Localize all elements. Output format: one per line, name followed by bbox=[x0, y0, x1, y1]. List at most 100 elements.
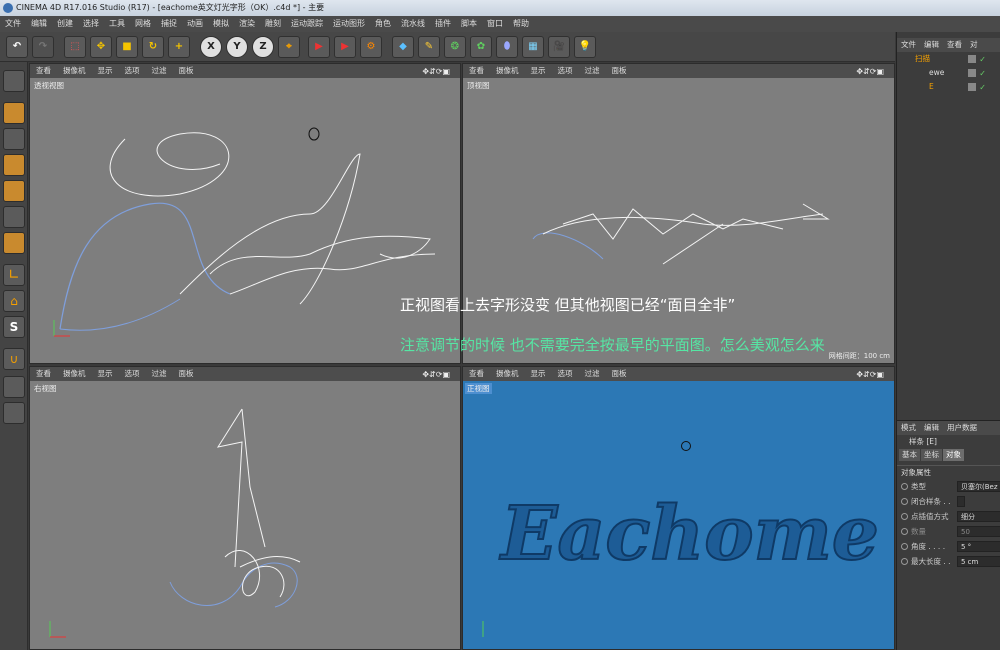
subtab-coord[interactable]: 坐标 bbox=[921, 449, 942, 461]
redo-icon[interactable]: ↷ bbox=[32, 36, 54, 58]
enabled-check-icon[interactable]: ✓ bbox=[979, 81, 986, 95]
spline-curve bbox=[239, 556, 301, 568]
magnet-icon[interactable]: ∪ bbox=[3, 348, 25, 370]
viewport-perspective[interactable]: 查看 摄像机 显示 选项 过滤 面板 ✥⇵⟳▣ 透视视图 bbox=[29, 63, 461, 364]
title-bar: CINEMA 4D R17.016 Studio (R17) - [eachom… bbox=[0, 0, 1000, 16]
spline-curve bbox=[59, 298, 181, 331]
cloner-icon[interactable]: ✿ bbox=[470, 36, 492, 58]
y-axis-button[interactable]: Y bbox=[226, 36, 248, 58]
menu-pipeline[interactable]: 流水线 bbox=[396, 16, 430, 32]
render-picture-viewer-icon[interactable]: ▶ bbox=[334, 36, 356, 58]
visibility-toggle-icon[interactable] bbox=[968, 83, 976, 91]
om-tab-more[interactable]: 对 bbox=[966, 38, 982, 52]
attr-closed-spline[interactable]: 闭合样条 . . bbox=[897, 494, 1000, 509]
menu-motion-tracker[interactable]: 运动跟踪 bbox=[286, 16, 328, 32]
om-tab-view[interactable]: 查看 bbox=[943, 38, 966, 52]
workplane-icon[interactable] bbox=[3, 154, 25, 176]
menu-animate[interactable]: 动画 bbox=[182, 16, 208, 32]
z-axis-button[interactable]: Z bbox=[252, 36, 274, 58]
menu-mograph[interactable]: 运动图形 bbox=[328, 16, 370, 32]
coordinate-system-icon[interactable]: ⌖ bbox=[278, 36, 300, 58]
spline-segment bbox=[662, 223, 724, 265]
light-icon[interactable]: 💡 bbox=[574, 36, 596, 58]
viewport-front[interactable]: 查看 摄像机 显示 选项 过滤 面板 ✥⇵⟳▣ 正视图 Eachome bbox=[462, 366, 895, 650]
menu-file[interactable]: 文件 bbox=[0, 16, 26, 32]
am-tab-mode[interactable]: 模式 bbox=[897, 421, 920, 435]
menu-sculpt[interactable]: 雕刻 bbox=[260, 16, 286, 32]
model-mode-icon[interactable] bbox=[3, 102, 25, 124]
window-title: CINEMA 4D R17.016 Studio (R17) - [eachom… bbox=[16, 3, 325, 12]
render-settings-icon[interactable]: ⚙ bbox=[360, 36, 382, 58]
make-editable-icon[interactable] bbox=[3, 70, 25, 92]
menu-script[interactable]: 脚本 bbox=[456, 16, 482, 32]
spline-curve bbox=[532, 232, 604, 260]
menu-mesh[interactable]: 网格 bbox=[130, 16, 156, 32]
menu-plugins[interactable]: 插件 bbox=[430, 16, 456, 32]
attr-type[interactable]: 类型 贝塞尔(Bez bbox=[897, 479, 1000, 494]
deformer-icon[interactable]: ⬮ bbox=[496, 36, 518, 58]
snap-icon[interactable]: S bbox=[3, 316, 25, 338]
enabled-check-icon[interactable]: ✓ bbox=[979, 67, 986, 81]
am-tab-edit[interactable]: 编辑 bbox=[920, 421, 943, 435]
undo-icon[interactable]: ↶ bbox=[6, 36, 28, 58]
attr-interpolation[interactable]: 点插值方式 细分 bbox=[897, 509, 1000, 524]
transform-icon[interactable]: + bbox=[168, 36, 190, 58]
keyframe-dot-icon[interactable] bbox=[901, 483, 908, 490]
subdivision-icon[interactable]: ❂ bbox=[444, 36, 466, 58]
attr-angle[interactable]: 角度 . . . .5 ° bbox=[897, 539, 1000, 554]
edges-mode-icon[interactable] bbox=[3, 206, 25, 228]
visibility-toggle-icon[interactable] bbox=[968, 69, 976, 77]
keyframe-dot-icon[interactable] bbox=[901, 513, 908, 520]
menu-simulate[interactable]: 模拟 bbox=[208, 16, 234, 32]
subtab-object[interactable]: 对象 bbox=[943, 449, 964, 461]
points-mode-icon[interactable] bbox=[3, 180, 25, 202]
camera-icon[interactable]: 🎥 bbox=[548, 36, 570, 58]
axis-mode-icon[interactable]: ∟ bbox=[3, 264, 25, 286]
visibility-toggle-icon[interactable] bbox=[968, 55, 976, 63]
menu-tools[interactable]: 工具 bbox=[104, 16, 130, 32]
menu-window[interactable]: 窗口 bbox=[482, 16, 508, 32]
om-tab-file[interactable]: 文件 bbox=[897, 38, 920, 52]
right-panel: 文件 编辑 查看对 扫描 ✓ ewe ✓ E ✓ 模式 编辑 用户数据 样条 [E] 基… bbox=[896, 32, 1000, 650]
object-row[interactable]: ewe ✓ bbox=[897, 66, 1000, 80]
menu-help[interactable]: 帮助 bbox=[508, 16, 534, 32]
menu-snap[interactable]: 捕捉 bbox=[156, 16, 182, 32]
move-icon[interactable]: ✥ bbox=[90, 36, 112, 58]
am-tab-userdata[interactable]: 用户数据 bbox=[943, 421, 981, 435]
rotate-icon[interactable]: ↻ bbox=[142, 36, 164, 58]
subtab-basic[interactable]: 基本 bbox=[899, 449, 920, 461]
om-tab-edit[interactable]: 编辑 bbox=[920, 38, 943, 52]
scale-icon[interactable]: ■ bbox=[116, 36, 138, 58]
menu-character[interactable]: 角色 bbox=[370, 16, 396, 32]
object-row[interactable]: E ✓ bbox=[897, 80, 1000, 94]
pen-spline-icon[interactable]: ✎ bbox=[418, 36, 440, 58]
tweak-mode-icon[interactable]: ⌂ bbox=[3, 290, 25, 312]
menu-render[interactable]: 渲染 bbox=[234, 16, 260, 32]
cinema4d-logo-icon bbox=[3, 3, 13, 13]
enabled-check-icon[interactable]: ✓ bbox=[979, 53, 986, 67]
floor-icon[interactable]: ▦ bbox=[522, 36, 544, 58]
viewport-top[interactable]: 查看 摄像机 显示 选项 过滤 面板 ✥⇵⟳▣ 顶视图 网格间距：100 cm bbox=[462, 63, 895, 364]
cube-icon[interactable]: ◆ bbox=[392, 36, 414, 58]
texture-mode-icon[interactable] bbox=[3, 128, 25, 150]
menu-edit[interactable]: 编辑 bbox=[26, 16, 52, 32]
menu-create[interactable]: 创建 bbox=[52, 16, 78, 32]
workplane-mode-icon[interactable] bbox=[3, 402, 25, 424]
attr-max-length[interactable]: 最大长度 . .5 cm bbox=[897, 554, 1000, 569]
x-axis-button[interactable]: X bbox=[200, 36, 222, 58]
object-row[interactable]: 扫描 ✓ bbox=[897, 52, 1000, 66]
keyframe-dot-icon[interactable] bbox=[901, 558, 908, 565]
attr-number[interactable]: 数量 50 bbox=[897, 524, 1000, 539]
caption-line-1: 正视图看上去字形没变 但其他视图已经“面目全非” bbox=[400, 296, 736, 314]
menu-select[interactable]: 选择 bbox=[78, 16, 104, 32]
spline-curve bbox=[109, 132, 230, 197]
keyframe-dot-icon[interactable] bbox=[901, 498, 908, 505]
keyframe-dot-icon[interactable] bbox=[901, 528, 908, 535]
top-spline-drawing bbox=[532, 203, 830, 265]
render-view-icon[interactable]: ▶ bbox=[308, 36, 330, 58]
live-select-icon[interactable]: ⬚ bbox=[64, 36, 86, 58]
polygons-mode-icon[interactable] bbox=[3, 232, 25, 254]
keyframe-dot-icon[interactable] bbox=[901, 543, 908, 550]
lock-workplane-icon[interactable] bbox=[3, 376, 25, 398]
viewport-right[interactable]: 查看 摄像机 显示 选项 过滤 面板 ✥⇵⟳▣ 右视图 bbox=[29, 366, 461, 650]
